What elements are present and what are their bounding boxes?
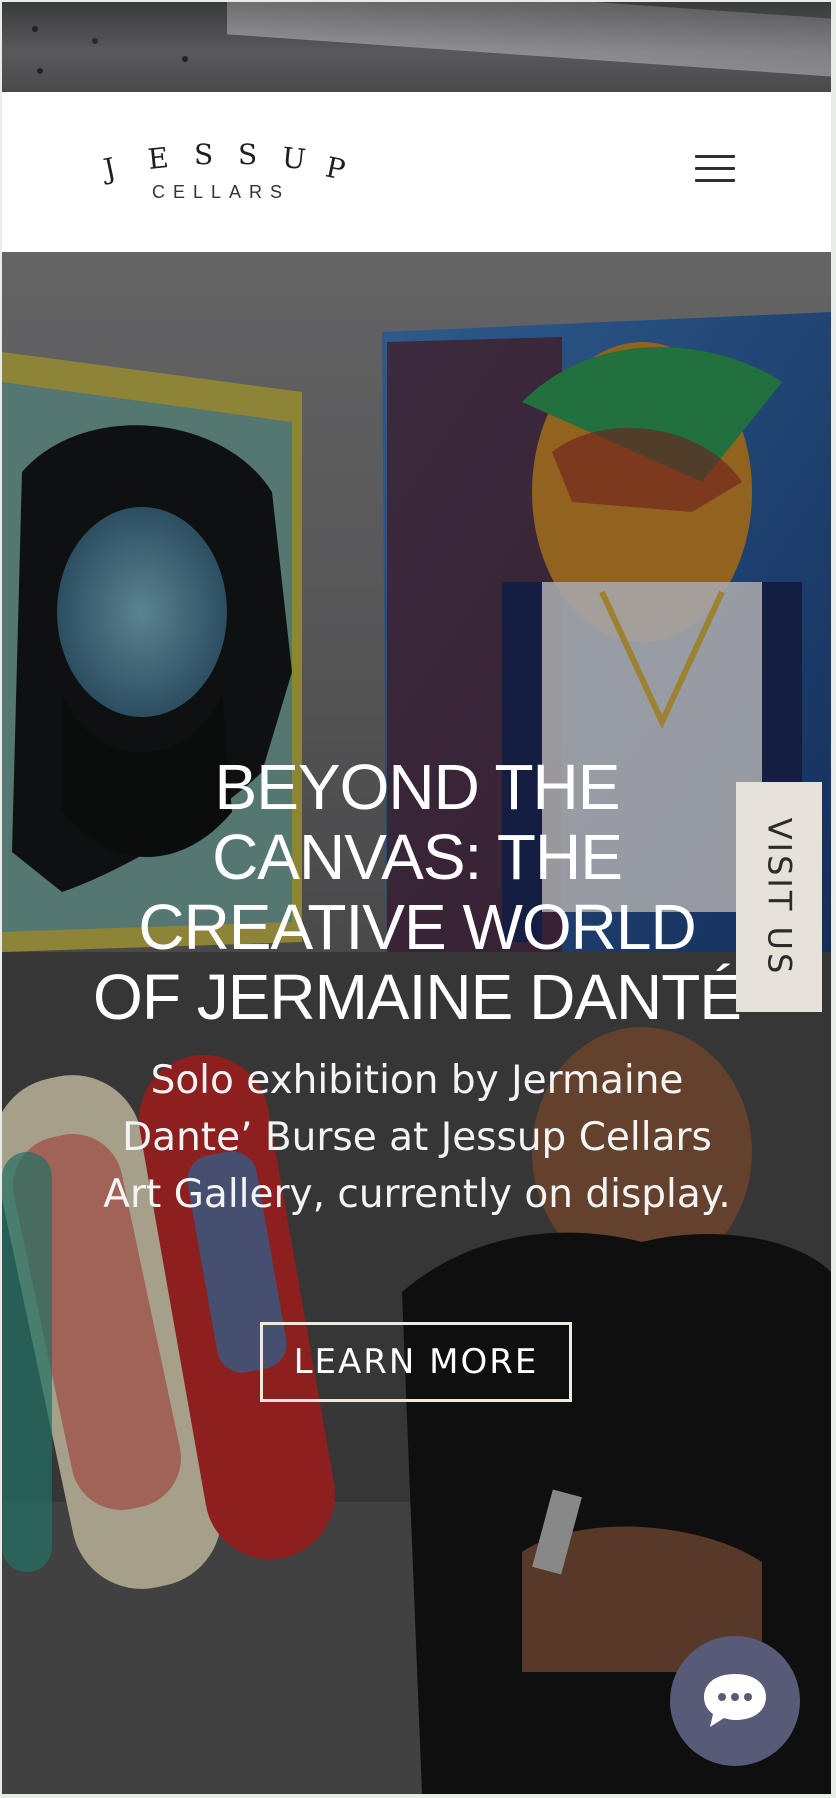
ceiling-dots	[32, 26, 38, 32]
hero-headline: BEYOND THE CANVAS: THE CREATIVE WORLD OF…	[93, 751, 742, 1033]
jessup-cellars-logo[interactable]: J E S S U P CELLARS	[100, 138, 350, 208]
page-frame: J E S S U P CELLARS BEYOND THE CANVAS: T…	[2, 2, 831, 1794]
site-header: J E S S U P CELLARS	[2, 92, 831, 252]
logo-wordmark: J E S S U P	[100, 138, 350, 187]
visit-us-label: VISIT US	[760, 817, 798, 977]
chat-bubble-icon	[704, 1674, 766, 1727]
logo-letter: E	[146, 141, 171, 176]
chat-button[interactable]	[670, 1636, 800, 1766]
visit-us-tab[interactable]: VISIT US	[736, 782, 822, 1012]
logo-letter: J	[100, 151, 119, 186]
logo-letter: S	[238, 138, 258, 171]
hamburger-menu-icon[interactable]	[695, 152, 737, 186]
logo-letter: U	[280, 140, 308, 177]
logo-letter: S	[194, 138, 214, 171]
logo-letter: P	[322, 150, 349, 187]
ceiling-beam	[227, 2, 831, 78]
learn-more-button[interactable]: LEARN MORE	[260, 1322, 572, 1402]
hero-section: BEYOND THE CANVAS: THE CREATIVE WORLD OF…	[2, 252, 831, 1794]
logo-subtitle: CELLARS	[152, 182, 291, 202]
hero-subheadline: Solo exhibition by Jermaine Dante’ Burse…	[103, 1058, 731, 1217]
top-photo-strip	[2, 2, 831, 92]
